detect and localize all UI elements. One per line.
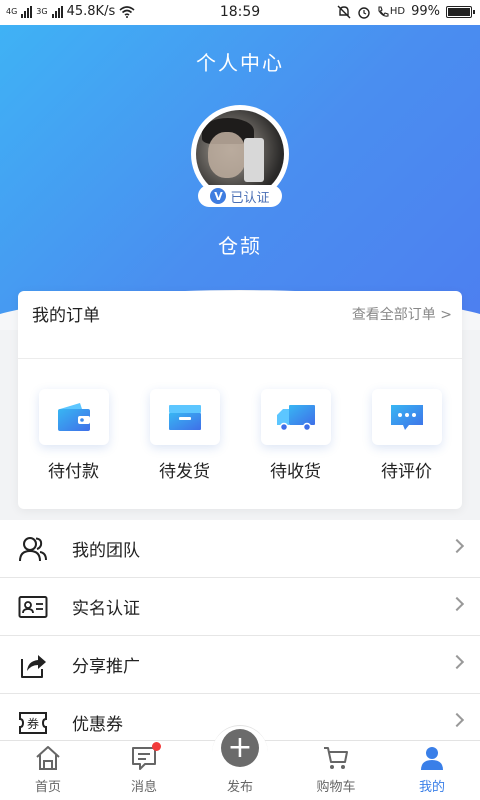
order-label: 待收货 (270, 462, 321, 482)
tab-publish[interactable]: + 发布 (192, 725, 288, 800)
order-icon-box (149, 389, 220, 445)
team-icon (19, 537, 47, 562)
bottom-tab-bar: 首页 消息 + 发布 购物车 我的 (0, 725, 480, 800)
menu-label: 优惠券 (72, 715, 123, 735)
volte-hd: HD (389, 6, 406, 17)
plus-icon[interactable]: + (221, 729, 259, 767)
status-right: HD 99% (337, 4, 475, 19)
coupon-icon-glyph: 券 (27, 716, 39, 731)
battery-percent: 99% (411, 4, 440, 19)
order-icon-box (260, 389, 331, 445)
tab-label: 我的 (418, 780, 445, 795)
chevron-right-icon (449, 538, 465, 554)
tab-messages[interactable]: 消息 (96, 741, 192, 800)
orders-card: 我的订单 查看全部订单 > 待付款 待发货 待收货 待评价 (18, 291, 462, 509)
box-icon (168, 405, 201, 430)
id-card-icon (18, 596, 48, 618)
orders-header: 我的订单 查看全部订单 > (18, 291, 462, 359)
phone-icon (378, 5, 389, 17)
order-icon-box (371, 389, 442, 445)
order-pending-receipt[interactable]: 待收货 (246, 389, 346, 482)
mute-bell-icon (337, 5, 351, 18)
verified-label: 已认证 (230, 190, 270, 206)
order-pending-payment[interactable]: 待付款 (24, 389, 124, 482)
menu-item-share[interactable]: 分享推广 (0, 636, 480, 694)
tab-mine[interactable]: 我的 (384, 741, 480, 800)
order-pending-shipment[interactable]: 待发货 (135, 389, 235, 482)
order-status-row: 待付款 待发货 待收货 待评价 (18, 359, 462, 482)
page-title: 个人中心 (196, 51, 284, 75)
status-bar: 4G 3G 45.8K/s 18:59 HD 99% (0, 0, 480, 25)
coupon-icon: 券 (19, 712, 47, 734)
share-icon (21, 655, 46, 678)
volte-indicator: HD (377, 5, 406, 18)
orders-title: 我的订单 (32, 306, 100, 326)
tab-label: 购物车 (316, 780, 356, 795)
order-label: 待发货 (159, 462, 210, 482)
battery-fill (448, 7, 470, 16)
menu-label: 分享推广 (72, 657, 140, 677)
wallet-icon (57, 403, 90, 431)
home-icon (36, 746, 60, 770)
message-icon-wrap (130, 742, 161, 772)
verified-v-icon: V (210, 188, 227, 204)
username: 仓颉 (218, 234, 262, 258)
tab-label: 消息 (130, 780, 157, 795)
comment-icon (390, 405, 423, 430)
chevron-right-icon (449, 712, 465, 728)
chevron-right-icon (449, 654, 465, 670)
view-all-orders-link[interactable]: 查看全部订单 > (352, 304, 452, 324)
unread-dot (152, 742, 161, 751)
order-label: 待付款 (48, 462, 99, 482)
user-icon (421, 747, 443, 770)
tab-home[interactable]: 首页 (0, 741, 96, 800)
battery-icon (446, 5, 475, 18)
menu-label: 实名认证 (72, 599, 140, 619)
tab-label: 首页 (34, 780, 61, 795)
profile-header: 个人中心 V 已认证 仓颉 (0, 25, 480, 330)
chevron-right-icon (449, 596, 465, 612)
truck-icon (276, 405, 315, 432)
order-label: 待评价 (381, 462, 432, 482)
tab-cart[interactable]: 购物车 (288, 741, 384, 800)
cart-icon (324, 747, 348, 769)
verified-badge: V 已认证 (198, 185, 282, 207)
menu-item-team[interactable]: 我的团队 (0, 520, 480, 578)
order-pending-review[interactable]: 待评价 (357, 389, 457, 482)
menu-label: 我的团队 (72, 541, 140, 561)
menu-list: 我的团队 实名认证 分享推广 券 优惠券 (0, 520, 480, 752)
tab-label: 发布 (226, 780, 253, 795)
menu-item-verification[interactable]: 实名认证 (0, 578, 480, 636)
alarm-icon (358, 6, 370, 19)
order-icon-box (38, 389, 109, 445)
